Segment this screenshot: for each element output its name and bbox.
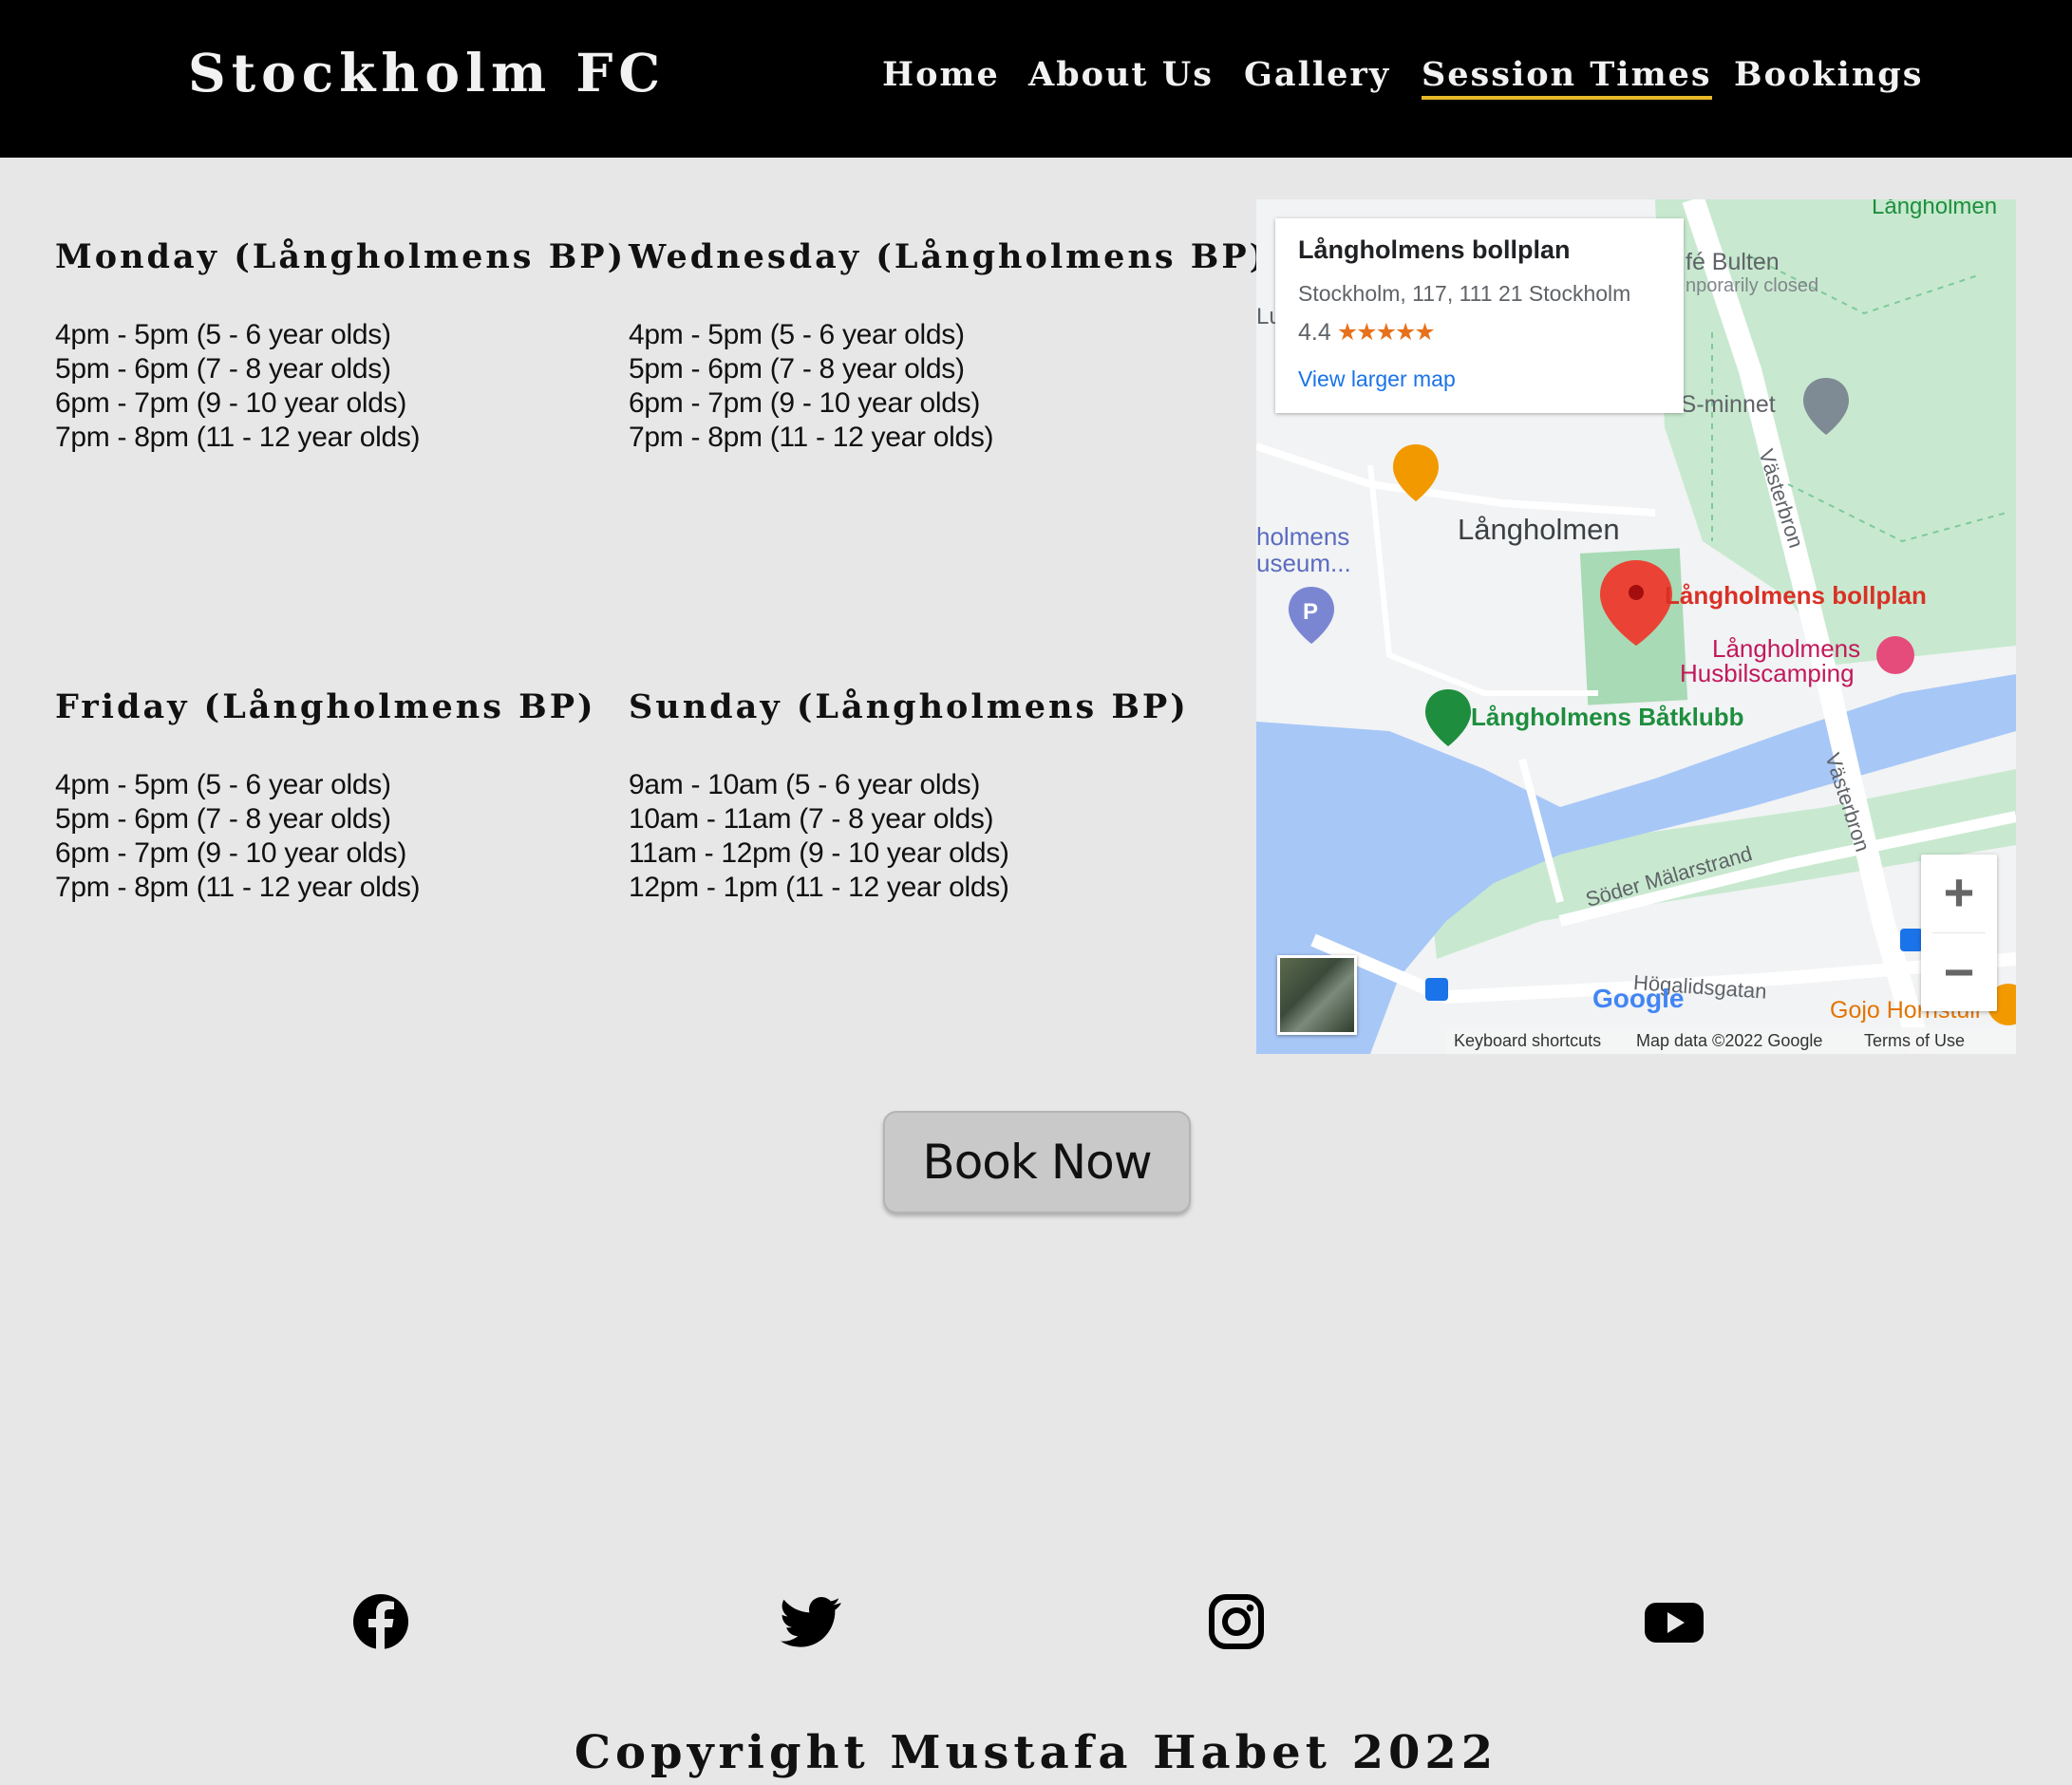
session-item: 4pm - 5pm (5 - 6 year olds) xyxy=(55,319,391,350)
twitter-icon[interactable] xyxy=(781,1591,841,1652)
session-list: 4pm - 5pm (5 - 6 year olds) 5pm - 6pm (7… xyxy=(55,318,625,455)
zoom-divider xyxy=(1932,932,1986,933)
session-item: 11am - 12pm (9 - 10 year olds) xyxy=(629,837,1009,869)
session-list: 4pm - 5pm (5 - 6 year olds) 5pm - 6pm (7… xyxy=(629,318,1198,455)
day-monday: Monday (Långholmens BP) 4pm - 5pm (5 - 6… xyxy=(55,237,625,455)
map-label-boat-club: Långholmens Båtklubb xyxy=(1471,703,1744,731)
twitter-glyph xyxy=(781,1597,841,1647)
satellite-toggle-button[interactable] xyxy=(1277,955,1357,1035)
session-list: 9am - 10am (5 - 6 year olds) 10am - 11am… xyxy=(629,768,1198,905)
session-item: 4pm - 5pm (5 - 6 year olds) xyxy=(629,319,965,350)
map-info-card: Långholmens bollplan Stockholm, 117, 111… xyxy=(1275,218,1684,413)
nav-about-us[interactable]: About Us xyxy=(1028,55,1214,94)
site-header: Stockholm FC Home About Us Gallery Sessi… xyxy=(0,0,2072,158)
footer-copyright: Copyright Mustafa Habet 2022 xyxy=(574,1726,1498,1779)
map-label-corner: Långholmen xyxy=(1872,199,1998,219)
nav-bookings[interactable]: Bookings xyxy=(1734,55,1923,94)
session-item: 4pm - 5pm (5 - 6 year olds) xyxy=(55,769,391,800)
keyboard-shortcuts-link[interactable]: Keyboard shortcuts xyxy=(1454,1031,1601,1051)
day-title: Wednesday (Långholmens BP) xyxy=(629,237,1269,276)
session-item: 7pm - 8pm (11 - 12 year olds) xyxy=(55,422,421,453)
map-label-cafe: fé Bulten xyxy=(1686,249,1780,275)
nav-gallery[interactable]: Gallery xyxy=(1244,55,1390,94)
map-place-address: Stockholm, 117, 111 21 Stockholm xyxy=(1298,281,1631,306)
map-data-credit: Map data ©2022 Google xyxy=(1636,1031,1823,1050)
session-item: 6pm - 7pm (9 - 10 year olds) xyxy=(55,837,407,869)
map-label-pin: Långholmens bollplan xyxy=(1665,581,1927,610)
rating-value: 4.4 xyxy=(1298,319,1331,346)
instagram-icon[interactable] xyxy=(1206,1591,1267,1652)
day-title: Friday (Långholmens BP) xyxy=(55,687,596,726)
day-sunday: Sunday (Långholmens BP) 9am - 10am (5 - … xyxy=(629,687,1198,905)
day-friday: Friday (Långholmens BP) 4pm - 5pm (5 - 6… xyxy=(55,687,625,905)
session-item: 5pm - 6pm (7 - 8 year olds) xyxy=(55,353,391,385)
youtube-glyph xyxy=(1645,1603,1704,1643)
map-label-museum: holmens xyxy=(1256,522,1350,551)
google-logo: Google xyxy=(1592,984,1685,1013)
view-larger-map-link[interactable]: View larger map xyxy=(1298,366,1456,392)
map-place-name: Långholmens bollplan xyxy=(1298,235,1571,264)
facebook-icon[interactable] xyxy=(350,1591,411,1652)
session-item: 5pm - 6pm (7 - 8 year olds) xyxy=(629,353,965,385)
map-label-camping-2: Husbilscamping xyxy=(1680,659,1855,687)
zoom-out-button[interactable]: − xyxy=(1921,934,1997,1010)
session-item: 5pm - 6pm (7 - 8 year olds) xyxy=(55,803,391,835)
terms-of-use-link[interactable]: Terms of Use xyxy=(1864,1031,1965,1051)
session-item: 7pm - 8pm (11 - 12 year olds) xyxy=(55,872,421,903)
map-attribution: Keyboard shortcuts Map data ©2022 Google… xyxy=(1446,1027,2016,1054)
facebook-glyph xyxy=(353,1594,408,1649)
star-rating-icon: ★★★★★ xyxy=(1336,319,1436,346)
map-place-rating: 4.4 ★★★★★ xyxy=(1298,318,1436,347)
session-item: 12pm - 1pm (11 - 12 year olds) xyxy=(629,872,1009,903)
main-nav: Home About Us Gallery Session Times Book… xyxy=(0,55,2072,103)
nav-home[interactable]: Home xyxy=(882,55,1000,94)
map-label-area: Långholmen xyxy=(1458,513,1620,546)
session-list: 4pm - 5pm (5 - 6 year olds) 5pm - 6pm (7… xyxy=(55,768,625,905)
instagram-glyph xyxy=(1209,1594,1264,1649)
book-now-button[interactable]: Book Now xyxy=(883,1111,1191,1213)
svg-text:P: P xyxy=(1303,599,1318,625)
youtube-icon[interactable] xyxy=(1643,1591,1705,1652)
map-label-museum-2: useum... xyxy=(1256,549,1351,577)
location-map[interactable]: P Långholmen Långholmens bollplan Långho… xyxy=(1256,199,2016,1054)
session-item: 9am - 10am (5 - 6 year olds) xyxy=(629,769,981,800)
session-item: 10am - 11am (7 - 8 year olds) xyxy=(629,803,994,835)
session-item: 7pm - 8pm (11 - 12 year olds) xyxy=(629,422,994,453)
session-item: 6pm - 7pm (9 - 10 year olds) xyxy=(55,387,407,419)
zoom-in-button[interactable]: + xyxy=(1921,855,1997,930)
session-item: 6pm - 7pm (9 - 10 year olds) xyxy=(629,387,981,419)
nav-session-times[interactable]: Session Times xyxy=(1422,55,1712,100)
map-label-cafe-status: nporarily closed xyxy=(1686,275,1819,296)
map-zoom-controls: + − xyxy=(1921,855,1997,1011)
day-wednesday: Wednesday (Långholmens BP) 4pm - 5pm (5 … xyxy=(629,237,1269,455)
day-title: Sunday (Långholmens BP) xyxy=(629,687,1189,726)
day-title: Monday (Långholmens BP) xyxy=(55,237,627,276)
